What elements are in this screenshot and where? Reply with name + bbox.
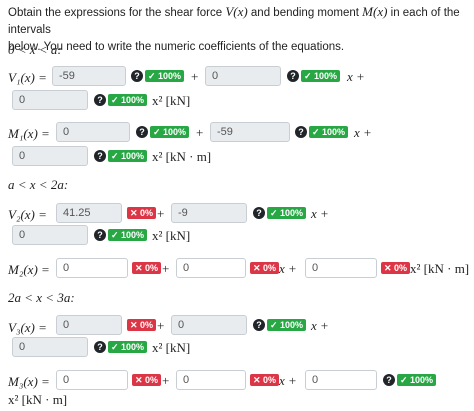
correct-badge: ✓ 100% [267, 319, 307, 331]
x-plus-term: x + [279, 373, 297, 388]
interval-heading-1: 0 < x < a: [8, 42, 62, 57]
m3-coef-x2-input[interactable]: 0 [305, 370, 377, 390]
v3-coef-const-input[interactable]: 0 [56, 315, 122, 335]
correct-badge: ✓ 100% [108, 150, 148, 162]
interval-heading-3: 2a < x < 3a: [8, 290, 75, 305]
plus-sign: + [162, 261, 170, 276]
v2-coef-x-input[interactable]: -9 [171, 203, 247, 223]
correct-badge: ✓ 100% [301, 70, 341, 82]
v2-coef-const-input[interactable]: 41.25 [56, 203, 122, 223]
help-icon[interactable]: ? [94, 229, 106, 241]
unit-label: x² [kN · m] [152, 149, 212, 164]
correct-badge: ✓ 100% [108, 94, 148, 106]
m3-coef-x-input[interactable]: 0 [176, 370, 246, 390]
wrong-badge: ✕ 0% [381, 262, 411, 274]
x-plus-term: x + [279, 261, 297, 276]
help-icon[interactable]: ? [94, 150, 106, 162]
v3-coef-x-input[interactable]: 0 [171, 315, 247, 335]
correct-badge: ✓ 100% [397, 374, 437, 386]
wrong-badge: ✕ 0% [127, 207, 157, 219]
m1-coef-x-input[interactable]: -59 [210, 122, 290, 142]
m2-coef-x-input[interactable]: 0 [176, 258, 246, 278]
x-plus-term: x + [311, 206, 329, 221]
plus-sign: + [162, 373, 170, 388]
unit-label: x² [kN · m] [410, 261, 470, 276]
intro-text: Obtain the expressions for the shear for… [8, 7, 226, 19]
help-icon[interactable]: ? [295, 126, 307, 138]
v1-coef-x-input[interactable]: 0 [205, 66, 281, 86]
v1-coef-x2-input[interactable]: 0 [12, 90, 88, 110]
moment-symbol: M(x) [362, 4, 388, 19]
wrong-badge: ✕ 0% [250, 374, 280, 386]
v1-coef-const-input[interactable]: -59 [52, 66, 126, 86]
correct-badge: ✓ 100% [267, 207, 307, 219]
correct-badge: ✓ 100% [150, 126, 190, 138]
m2-label: M₂(x) = [8, 262, 50, 277]
unit-label: x² [kN] [152, 228, 191, 243]
help-icon[interactable]: ? [253, 207, 265, 219]
v2-coef-x2-input[interactable]: 0 [12, 225, 88, 245]
help-icon[interactable]: ? [136, 126, 148, 138]
v3-coef-x2-input[interactable]: 0 [12, 337, 88, 357]
x-plus-term: x + [354, 125, 372, 140]
v1-label: V₁(x) = [8, 70, 47, 85]
interval-heading-2: a < x < 2a: [8, 177, 69, 192]
help-icon[interactable]: ? [94, 94, 106, 106]
m1-coef-const-input[interactable]: 0 [56, 122, 130, 142]
correct-badge: ✓ 100% [108, 341, 148, 353]
unit-label: x² [kN] [152, 340, 191, 355]
v3-label: V₃(x) = [8, 320, 47, 335]
m3-coef-const-input[interactable]: 0 [56, 370, 128, 390]
correct-badge: ✓ 100% [145, 70, 185, 82]
wrong-badge: ✕ 0% [250, 262, 280, 274]
plus-sign: + [157, 318, 165, 333]
x-plus-term: x + [347, 69, 365, 84]
m1-coef-x2-input[interactable]: 0 [12, 146, 88, 166]
help-icon[interactable]: ? [94, 341, 106, 353]
help-icon[interactable]: ? [383, 374, 395, 386]
m2-coef-const-input[interactable]: 0 [56, 258, 128, 278]
shear-symbol: V(x) [225, 4, 248, 19]
m2-coef-x2-input[interactable]: 0 [305, 258, 377, 278]
correct-badge: ✓ 100% [108, 229, 148, 241]
help-icon[interactable]: ? [131, 70, 143, 82]
intro-text: and bending moment [247, 7, 363, 19]
plus-sign: + [191, 69, 199, 84]
m1-label: M₁(x) = [8, 126, 50, 141]
wrong-badge: ✕ 0% [132, 262, 162, 274]
plus-sign: + [157, 206, 165, 221]
unit-label: x² [kN] [152, 93, 191, 108]
wrong-badge: ✕ 0% [127, 319, 157, 331]
x-plus-term: x + [311, 318, 329, 333]
instructions: Obtain the expressions for the shear for… [8, 3, 470, 56]
wrong-badge: ✕ 0% [132, 374, 162, 386]
m3-label: M₃(x) = [8, 374, 50, 389]
correct-badge: ✓ 100% [309, 126, 349, 138]
plus-sign: + [196, 125, 204, 140]
unit-label: x² [kN · m] [8, 392, 68, 407]
help-icon[interactable]: ? [253, 319, 265, 331]
help-icon[interactable]: ? [287, 70, 299, 82]
v2-label: V₂(x) = [8, 207, 47, 222]
